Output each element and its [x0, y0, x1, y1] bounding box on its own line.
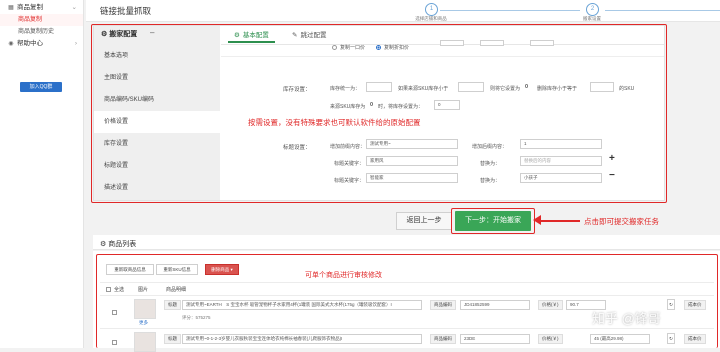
- nav-group-product-copy[interactable]: ▦ 商品复制 ⌄: [0, 2, 83, 14]
- nav-group-help[interactable]: ◉ 帮助中心 ›: [0, 38, 83, 50]
- nav-group-label: 商品复制: [17, 4, 43, 11]
- join-qq-button[interactable]: 加入QQ群: [20, 82, 62, 92]
- highlight-box: [91, 24, 667, 203]
- highlight-box: [96, 254, 718, 348]
- gear-icon: ⚙: [100, 241, 107, 248]
- watermark: 知乎 @锋哥: [592, 311, 661, 326]
- page-title: 链接批量抓取: [100, 6, 152, 16]
- step-connector: [605, 10, 720, 11]
- highlight-box: [451, 208, 535, 234]
- list-header: [93, 235, 720, 250]
- list-title: ⚙ 商品列表: [100, 239, 136, 249]
- nav-item-copy-history[interactable]: 商品复制历史: [0, 26, 83, 38]
- step-connector: [440, 10, 580, 11]
- submit-annotation: 点击即可提交搬家任务: [584, 217, 659, 226]
- chevron-down-icon: ⌄: [71, 4, 77, 11]
- help-icon: ◉: [8, 41, 14, 47]
- chevron-right-icon: ›: [74, 40, 77, 47]
- step-1-circle: 1: [425, 3, 438, 16]
- prev-step-button[interactable]: 返回上一步: [396, 212, 452, 230]
- step-2-circle: 2: [586, 3, 599, 16]
- left-nav: ▦ 商品复制 ⌄ 商品复制 商品复制历史 ◉ 帮助中心 ›: [0, 0, 84, 348]
- list-title-text: 商品列表: [108, 241, 137, 248]
- nav-item-product-copy[interactable]: 商品复制: [0, 14, 83, 26]
- grid-icon: ▦: [8, 5, 14, 11]
- step-2-label: 搬家设置: [583, 16, 601, 21]
- nav-group-label: 帮助中心: [17, 40, 43, 47]
- arrow-head-icon: [533, 215, 541, 225]
- step-1-label: 选择店铺和商品: [415, 16, 447, 21]
- arrow-line: [538, 220, 580, 222]
